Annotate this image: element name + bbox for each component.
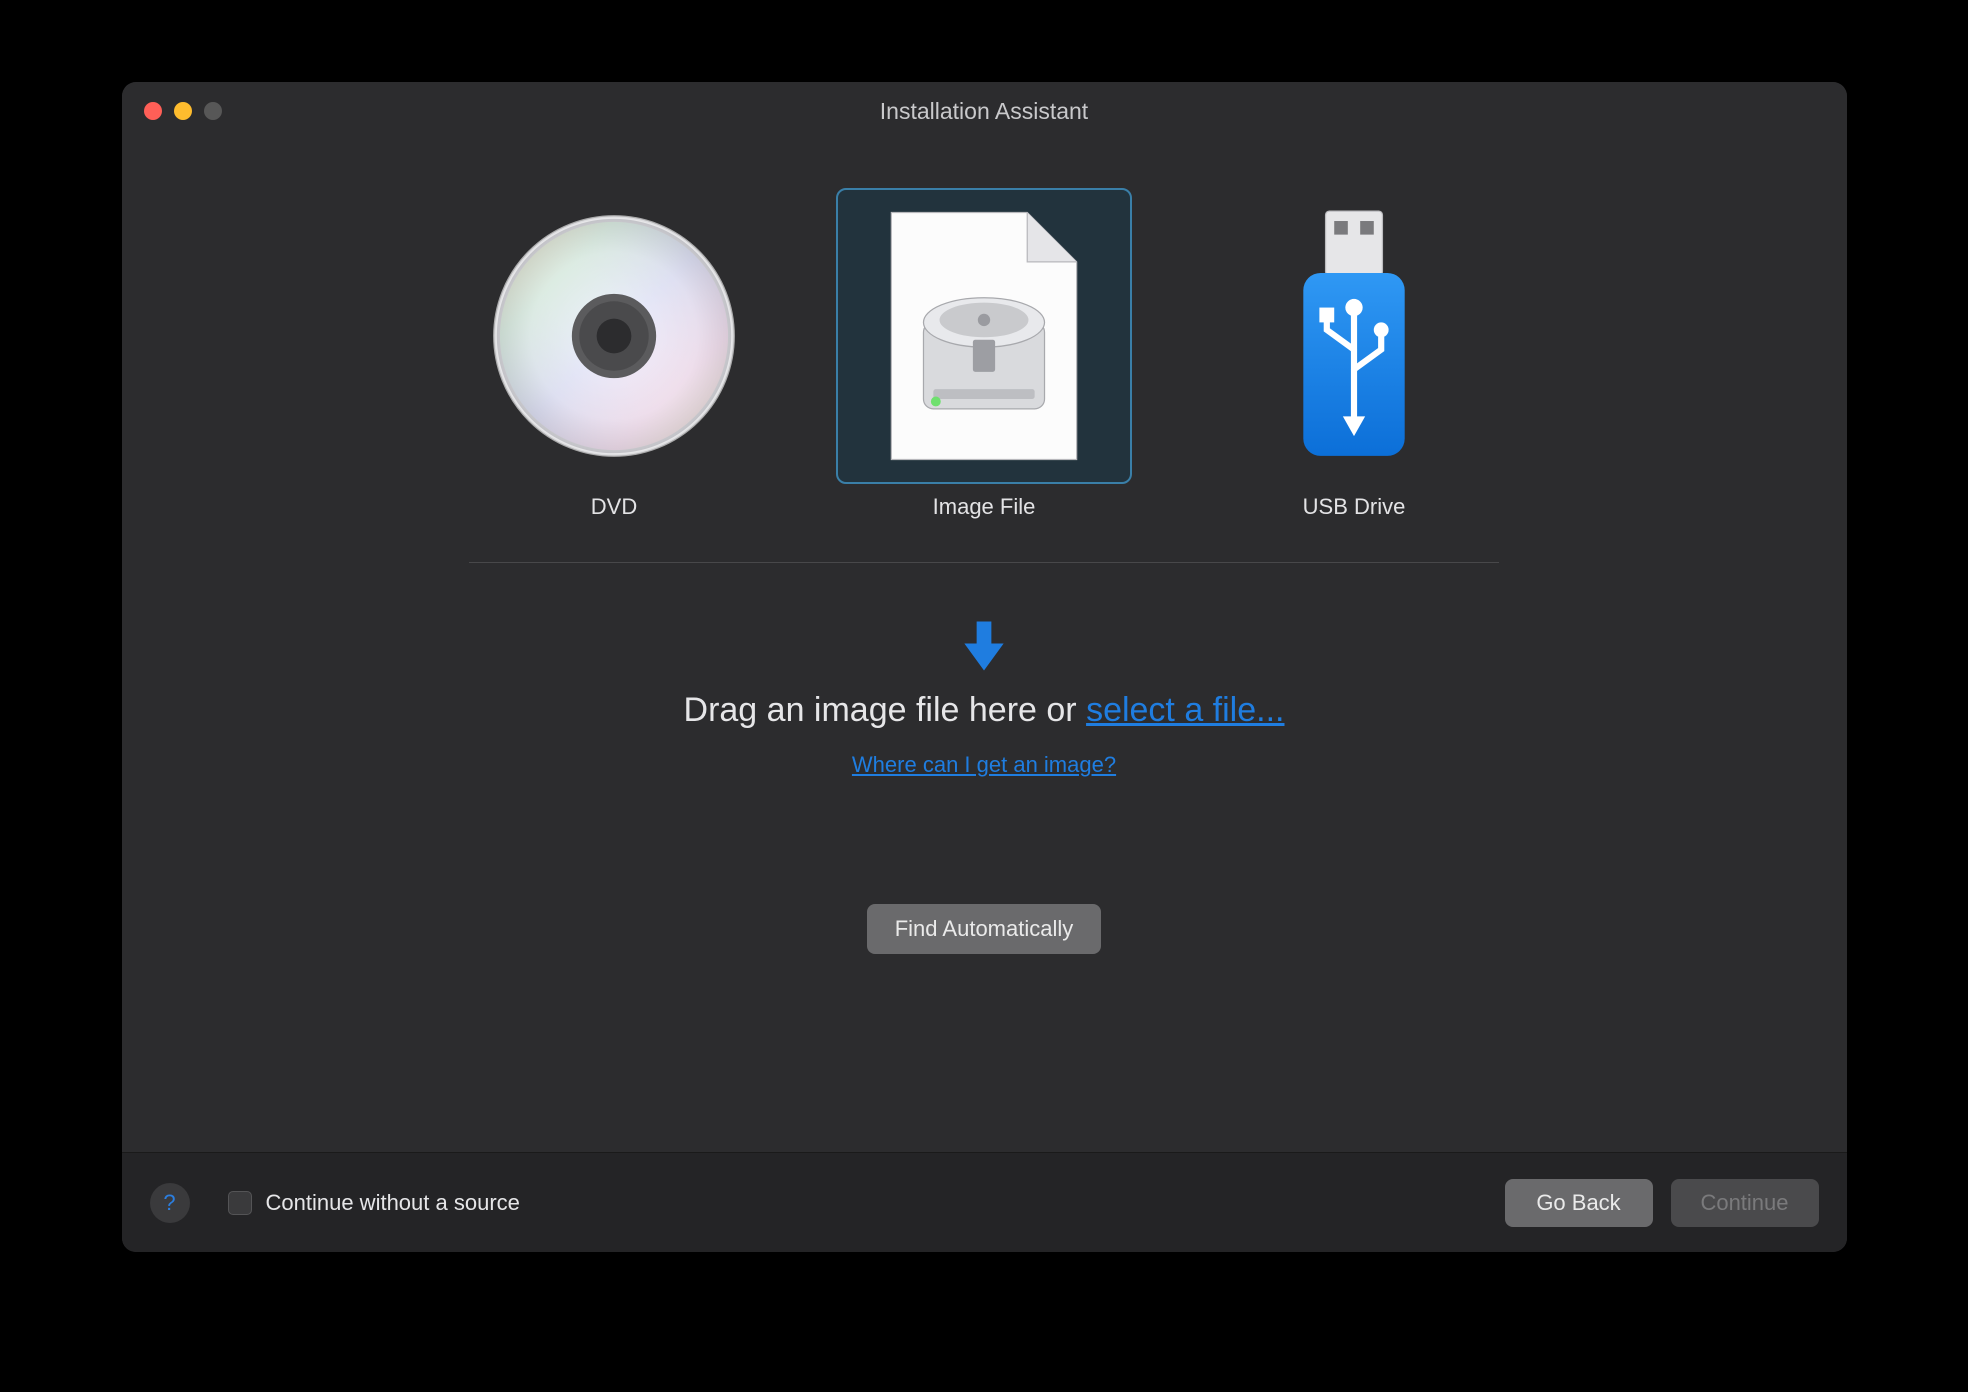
usb-drive-icon [1286,206,1422,466]
select-file-link[interactable]: select a file... [1086,691,1284,729]
continue-without-source-checkbox[interactable]: Continue without a source [228,1190,520,1216]
source-options: DVD [466,188,1502,520]
window-title: Installation Assistant [122,98,1847,125]
maximize-button [204,102,222,120]
traffic-lights [122,102,222,120]
installation-assistant-window: Installation Assistant [122,82,1847,1252]
checkbox-box [228,1191,252,1215]
checkbox-label: Continue without a source [266,1190,520,1216]
find-automatically-button[interactable]: Find Automatically [867,904,1102,954]
dvd-icon [490,212,738,460]
drop-text: Drag an image file here or select a file… [684,691,1285,730]
go-back-button[interactable]: Go Back [1505,1179,1653,1227]
dvd-icon-box [466,188,762,484]
option-dvd-label: DVD [591,494,637,520]
drop-area[interactable]: Drag an image file here or select a file… [684,619,1285,778]
drop-text-prefix: Drag an image file here or [684,691,1087,729]
drop-arrow-icon [959,619,1009,673]
image-file-icon [879,206,1089,466]
help-button[interactable]: ? [150,1183,190,1223]
image-file-icon-box [836,188,1132,484]
close-button[interactable] [144,102,162,120]
option-image-file-label: Image File [933,494,1036,520]
window-body: DVD [122,140,1847,1152]
continue-button: Continue [1671,1179,1819,1227]
where-get-image-link[interactable]: Where can I get an image? [852,752,1116,778]
footer: ? Continue without a source Go Back Cont… [122,1152,1847,1252]
help-icon: ? [163,1190,175,1216]
usb-drive-icon-box [1206,188,1502,484]
option-image-file[interactable]: Image File [836,188,1132,520]
minimize-button[interactable] [174,102,192,120]
divider [469,562,1499,563]
option-usb-drive-label: USB Drive [1303,494,1406,520]
option-dvd[interactable]: DVD [466,188,762,520]
titlebar: Installation Assistant [122,82,1847,140]
option-usb-drive[interactable]: USB Drive [1206,188,1502,520]
